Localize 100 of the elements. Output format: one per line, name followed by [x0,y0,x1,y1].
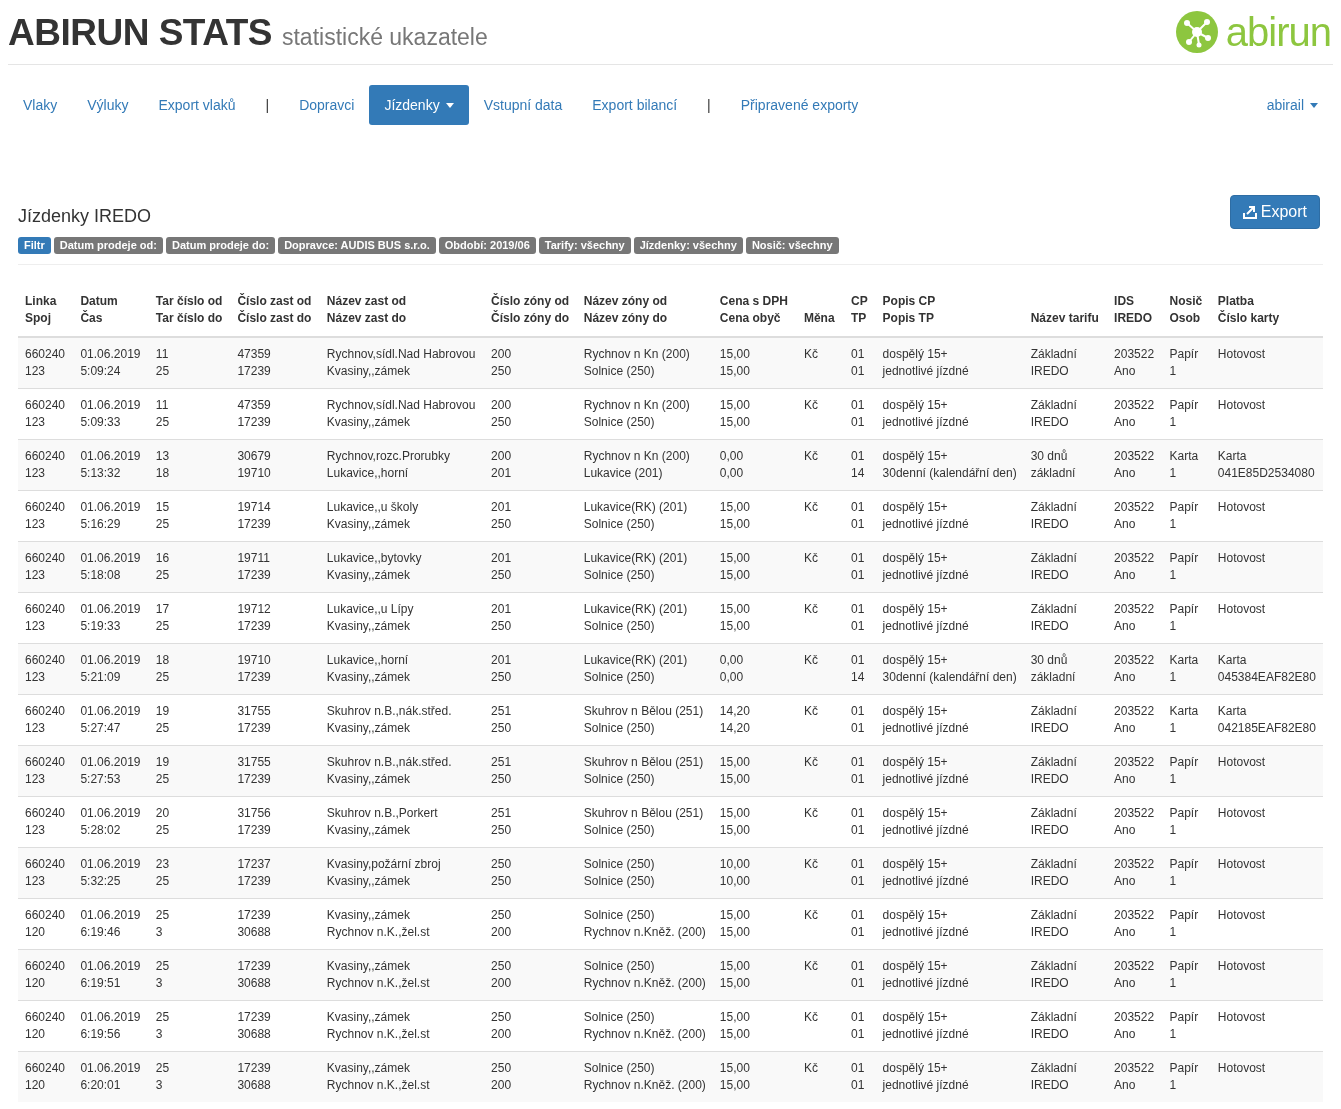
nav-link[interactable]: Export bilancí [577,85,693,125]
table-cell-text: 15,00 15,00 [719,600,751,635]
table-cell-text: 01 01 [850,1008,866,1043]
table-cell-text: Hotovost [1217,957,1267,975]
table-cell: Karta 041E85D2534080 [1217,447,1316,482]
table-cell-text: 01 14 [850,651,866,686]
column-header: Popis CP Popis TP [882,293,937,327]
nav-link[interactable]: Jízdenky [369,85,469,125]
table-cell-text: 01 01 [850,1059,866,1094]
filter-label: Období: 2019/06 [438,237,536,254]
table-cell-text: Hotovost [1217,804,1267,822]
table-cell-text: 17239 30688 [237,1008,272,1043]
column-header: Měna [803,310,836,327]
table-cell: 203522 Ano [1114,346,1156,380]
table-cell-text: Papír 1 [1169,906,1200,941]
table-cell-text: 250 200 [491,1059,513,1094]
table-cell-text: 19712 17239 [237,600,272,635]
table-cell-text: 250 250 [491,855,513,890]
table-cell-text: Základní IREDO [1030,396,1078,431]
table-cell-text: Základní IREDO [1030,1008,1078,1043]
table-cell: 660240 123 [25,600,67,635]
table-cell: 660240 123 [25,447,67,482]
table-cell-text: Papír 1 [1169,1059,1200,1094]
table-cell: 01.06.2019 5:19:33 [80,600,142,635]
table-cell-text: Kč [803,1008,819,1026]
table-cell: 01.06.2019 5:09:24 [80,346,142,380]
table-cell-text: Hotovost [1217,549,1267,567]
table-cell-text: Kvasiny,požární zbroj Kvasiny,,zámek [326,855,442,890]
nav-link[interactable]: Vlaky [8,85,73,125]
filter-label: Tarify: všechny [538,237,631,254]
table-cell: 660240 123 [25,396,67,431]
table-cell-text: 10,00 10,00 [719,855,751,890]
table-cell: 660240 120 [25,906,67,941]
table-cell-text: 01 01 [850,855,866,890]
nav-link[interactable]: Vstupní data [468,85,578,125]
table-cell-text: 01 01 [850,957,866,992]
table-cell: 01.06.2019 5:27:47 [80,702,142,737]
table-cell-text: dospělý 15+ jednotlivé jízdné [882,396,970,431]
table-cell-text: dospělý 15+ jednotlivé jízdné [882,600,970,635]
table-cell-text: Lukavice,,bytovky Kvasiny,,zámek [326,549,423,584]
filter-label: Datum prodeje do: [165,237,276,254]
table-cell-text: 15,00 15,00 [719,1008,751,1043]
table-cell-text: dospělý 15+ jednotlivé jízdné [882,549,970,584]
table-cell-text: Základní IREDO [1030,498,1078,533]
table-cell-text: 200 201 [491,447,513,482]
table-cell-text: 30679 19710 [237,447,272,482]
table-cell-text: Základní IREDO [1030,804,1078,839]
table-cell-text: 15,00 15,00 [719,549,751,584]
app-title: ABIRUN STATS [8,11,272,56]
nav-link[interactable]: Připravené exporty [725,85,874,125]
table-cell-text: Lukavice(RK) (201) Solnice (250) [583,549,689,584]
table-cell: 01.06.2019 6:20:01 [80,1059,142,1094]
table-cell-text: 15 25 [155,498,171,533]
table-cell-text: 47359 17239 [237,396,272,431]
table-cell-text: 251 250 [491,702,513,737]
app-subtitle: statistické ukazatele [281,23,488,53]
table-cell-text: Hotovost [1217,753,1267,771]
table-cell-text: Papír 1 [1169,600,1200,635]
table-cell-text: Základní IREDO [1030,957,1078,992]
filter-label: Datum prodeje od: [53,237,163,254]
table-cell-text: Hotovost [1217,600,1267,618]
table-cell-text: 0,00 0,00 [719,447,745,482]
table-cell-text: 01 01 [850,396,866,431]
table-cell-text: dospělý 15+ jednotlivé jízdné [882,498,970,533]
export-button[interactable]: Export [1229,195,1320,229]
nav-link[interactable]: Export vlaků [143,85,251,125]
table-cell-text: 23 25 [155,855,171,890]
table-cell: 660240 123 [25,498,67,533]
table-cell: 660240 123 [25,804,67,839]
table-cell-text: Hotovost [1217,906,1267,924]
column-header: CP TP [850,293,869,327]
page-title: Jízdenky IREDO [18,206,153,226]
column-header: Číslo zast od Číslo zast do [237,293,313,327]
table-cell-text: Kč [803,396,819,414]
column-header: Linka Spoj [25,293,58,327]
table-cell-text: 20 25 [155,804,171,839]
user-menu[interactable]: abirail [1251,85,1333,125]
table-cell-text: 13 18 [155,447,171,482]
table-cell: 203522 Ano [1114,651,1156,686]
table-cell-text: Hotovost [1217,498,1267,516]
table-cell-text: Kč [803,549,819,567]
table-cell-text: Základní IREDO [1030,1059,1078,1094]
table-cell-text: 15,00 15,00 [719,346,751,380]
nav-link[interactable]: Dopravci [284,85,370,125]
table-cell: 01.06.2019 5:16:29 [80,498,142,533]
column-header: Název zast od Název zast do [326,293,408,327]
table-cell-text: Základní IREDO [1030,600,1078,635]
table-cell: 660240 123 [25,753,67,788]
table-cell-text: 01 01 [850,906,866,941]
table-cell: 660240 123 [25,549,67,584]
table-cell-text: Kč [803,906,819,924]
table-cell-text: 01 01 [850,498,866,533]
nav-link[interactable]: Výluky [72,85,144,125]
table-cell-text: 18 25 [155,651,171,686]
table-cell-text: Papír 1 [1169,957,1200,992]
table-cell-text: 201 250 [491,498,513,533]
table-cell-text: 0,00 0,00 [719,651,745,686]
table-cell-text: Kvasiny,,zámek Rychnov n.K.,žel.st [326,906,431,941]
table-cell-text: Lukavice(RK) (201) Solnice (250) [583,600,689,635]
table-cell: 203522 Ano [1114,804,1156,839]
